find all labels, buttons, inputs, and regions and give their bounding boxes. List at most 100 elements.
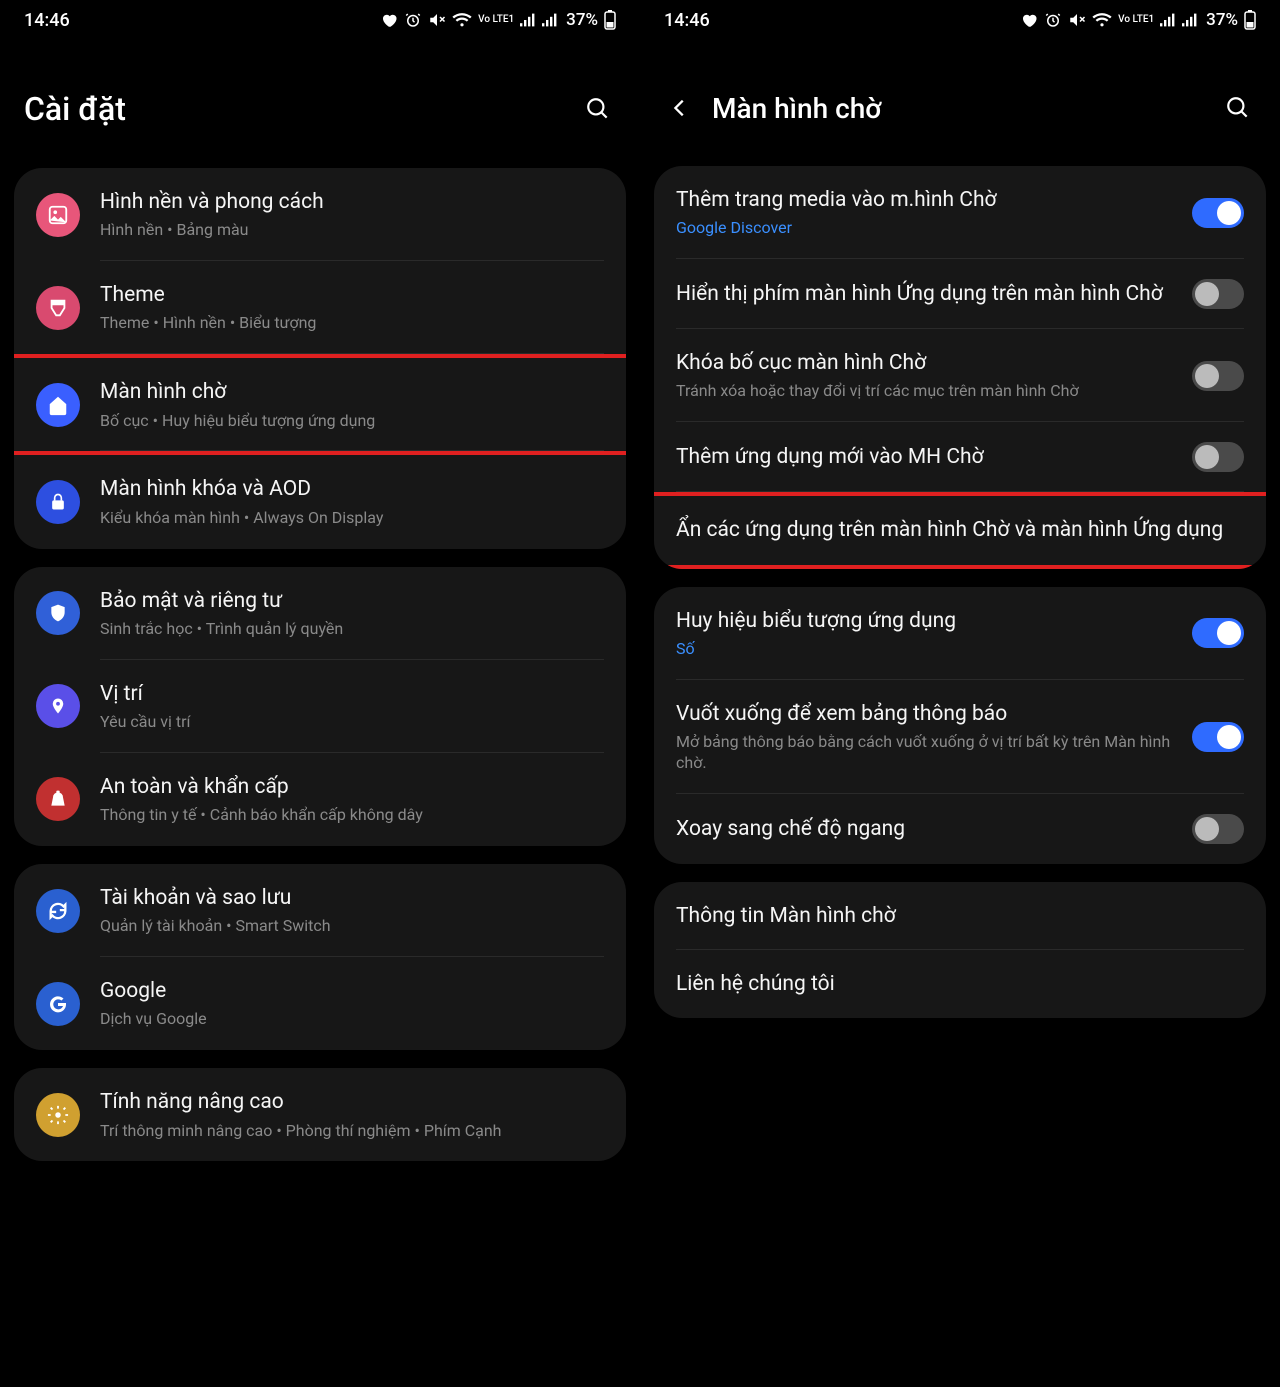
back-button[interactable] (664, 92, 696, 124)
item-text: Hình nền và phong cách Hình nền • Bảng m… (100, 188, 604, 241)
item-text: Khóa bố cục màn hình Chờ Tránh xóa hoặc … (676, 349, 1172, 402)
toggle-swipe[interactable] (1192, 722, 1244, 752)
battery-icon (604, 10, 616, 30)
item-text: Tài khoản và sao lưu Quản lý tài khoản •… (100, 884, 604, 937)
chevron-left-icon (669, 97, 691, 119)
wallpaper-icon (36, 193, 80, 237)
wifi-icon (452, 12, 472, 28)
alarm-icon (404, 11, 422, 29)
item-text: Huy hiệu biểu tượng ứng dụng Số (676, 607, 1172, 660)
search-icon (585, 96, 611, 122)
lock-icon (36, 480, 80, 524)
toggle-rotate[interactable] (1192, 814, 1244, 844)
signal-icon-2 (1182, 13, 1198, 27)
item-theme[interactable]: Theme Theme • Hình nền • Biểu tượng (14, 261, 626, 354)
theme-icon (36, 286, 80, 330)
home-screen-groups: Thêm trang media vào m.hình Chờ Google D… (640, 166, 1280, 1056)
signal-icon-1 (520, 13, 536, 27)
item-wallpaper[interactable]: Hình nền và phong cách Hình nền • Bảng m… (14, 168, 626, 261)
highlight-box: Ẩn các ứng dụng trên màn hình Chờ và màn… (654, 492, 1266, 568)
item-google[interactable]: Google Dịch vụ Google (14, 957, 626, 1050)
header-left: Cài đặt (0, 40, 640, 168)
item-text: Theme Theme • Hình nền • Biểu tượng (100, 281, 604, 334)
status-bar: 14:46 Vo LTE1 37% (0, 0, 640, 40)
toggle-add-apps[interactable] (1192, 442, 1244, 472)
item-text: Vị trí Yêu cầu vị trí (100, 680, 604, 733)
phone-left: 14:46 Vo LTE1 37% Cài đặt Hìn (0, 0, 640, 1387)
signal-icon-2 (542, 13, 558, 27)
item-accounts[interactable]: Tài khoản và sao lưu Quản lý tài khoản •… (14, 864, 626, 957)
header-right: Màn hình chờ (640, 40, 1280, 166)
heart-icon (380, 11, 398, 29)
item-text: Thêm trang media vào m.hình Chờ Google D… (676, 186, 1172, 239)
group-home-3: Thông tin Màn hình chờ Liên hệ chúng tôi (654, 882, 1266, 1019)
item-text: Hiển thị phím màn hình Ứng dụng trên màn… (676, 280, 1172, 308)
item-text: Liên hệ chúng tôi (676, 970, 1244, 998)
battery-text: 37% (1206, 10, 1238, 30)
emergency-icon (36, 777, 80, 821)
item-badges[interactable]: Huy hiệu biểu tượng ứng dụng Số (654, 587, 1266, 680)
group-home-1: Thêm trang media vào m.hình Chờ Google D… (654, 166, 1266, 569)
item-text: An toàn và khẩn cấp Thông tin y tế • Cản… (100, 773, 604, 826)
mute-icon (1068, 11, 1086, 29)
lte-label: Vo LTE1 (478, 15, 514, 25)
item-text: Google Dịch vụ Google (100, 977, 604, 1030)
item-text: Xoay sang chế độ ngang (676, 815, 1172, 843)
shield-icon (36, 591, 80, 635)
item-text: Màn hình chờ Bố cục • Huy hiệu biểu tượn… (100, 378, 604, 431)
home-icon (36, 383, 80, 427)
search-icon (1225, 95, 1251, 121)
item-emergency[interactable]: An toàn và khẩn cấp Thông tin y tế • Cản… (14, 753, 626, 846)
status-time: 14:46 (24, 10, 70, 31)
highlight-box: Màn hình chờ Bố cục • Huy hiệu biểu tượn… (14, 354, 626, 455)
phone-right: 14:46 Vo LTE1 37% Màn hình chờ Thêm tran… (640, 0, 1280, 1387)
search-button[interactable] (580, 91, 616, 127)
item-contact[interactable]: Liên hệ chúng tôi (654, 950, 1266, 1018)
signal-icon-1 (1160, 13, 1176, 27)
item-lock-layout[interactable]: Khóa bố cục màn hình Chờ Tránh xóa hoặc … (654, 329, 1266, 422)
item-apps-button[interactable]: Hiển thị phím màn hình Ứng dụng trên màn… (654, 259, 1266, 329)
status-icons: Vo LTE1 37% (380, 10, 616, 30)
item-rotate[interactable]: Xoay sang chế độ ngang (654, 794, 1266, 864)
item-text: Vuốt xuống để xem bảng thông báo Mở bảng… (676, 700, 1172, 774)
toggle-media[interactable] (1192, 198, 1244, 228)
item-add-apps[interactable]: Thêm ứng dụng mới vào MH Chờ (654, 422, 1266, 492)
status-bar: 14:46 Vo LTE1 37% (640, 0, 1280, 40)
item-text: Thêm ứng dụng mới vào MH Chờ (676, 443, 1172, 471)
item-about-home[interactable]: Thông tin Màn hình chờ (654, 882, 1266, 950)
sync-icon (36, 889, 80, 933)
mute-icon (428, 11, 446, 29)
item-text: Màn hình khóa và AOD Kiểu khóa màn hình … (100, 475, 604, 528)
item-text: Bảo mật và riêng tư Sinh trắc học • Trìn… (100, 587, 604, 640)
lte-label: Vo LTE1 (1118, 15, 1154, 25)
group-security: Bảo mật và riêng tư Sinh trắc học • Trìn… (14, 567, 626, 846)
settings-groups: Hình nền và phong cách Hình nền • Bảng m… (0, 168, 640, 1199)
search-button[interactable] (1220, 90, 1256, 126)
toggle-apps-button[interactable] (1192, 279, 1244, 309)
item-advanced[interactable]: Tính năng nâng cao Trí thông minh nâng c… (14, 1068, 626, 1161)
status-icons: Vo LTE1 37% (1020, 10, 1256, 30)
item-home-screen[interactable]: Màn hình chờ Bố cục • Huy hiệu biểu tượn… (14, 358, 626, 451)
page-title: Cài đặt (24, 90, 564, 128)
item-location[interactable]: Vị trí Yêu cầu vị trí (14, 660, 626, 753)
wifi-icon (1092, 12, 1112, 28)
item-text: Ẩn các ứng dụng trên màn hình Chờ và màn… (676, 516, 1244, 544)
group-advanced: Tính năng nâng cao Trí thông minh nâng c… (14, 1068, 626, 1161)
google-icon (36, 982, 80, 1026)
battery-icon (1244, 10, 1256, 30)
page-title: Màn hình chờ (712, 92, 1204, 125)
toggle-lock-layout[interactable] (1192, 361, 1244, 391)
group-accounts: Tài khoản và sao lưu Quản lý tài khoản •… (14, 864, 626, 1050)
item-media-page[interactable]: Thêm trang media vào m.hình Chờ Google D… (654, 166, 1266, 259)
heart-icon (1020, 11, 1038, 29)
item-hide-apps[interactable]: Ẩn các ứng dụng trên màn hình Chờ và màn… (654, 496, 1266, 564)
group-display: Hình nền và phong cách Hình nền • Bảng m… (14, 168, 626, 549)
item-text: Tính năng nâng cao Trí thông minh nâng c… (100, 1088, 604, 1141)
location-icon (36, 684, 80, 728)
item-security[interactable]: Bảo mật và riêng tư Sinh trắc học • Trìn… (14, 567, 626, 660)
item-swipe-notif[interactable]: Vuốt xuống để xem bảng thông báo Mở bảng… (654, 680, 1266, 794)
item-lock-aod[interactable]: Màn hình khóa và AOD Kiểu khóa màn hình … (14, 455, 626, 548)
toggle-badges[interactable] (1192, 618, 1244, 648)
item-text: Thông tin Màn hình chờ (676, 902, 1244, 930)
alarm-icon (1044, 11, 1062, 29)
